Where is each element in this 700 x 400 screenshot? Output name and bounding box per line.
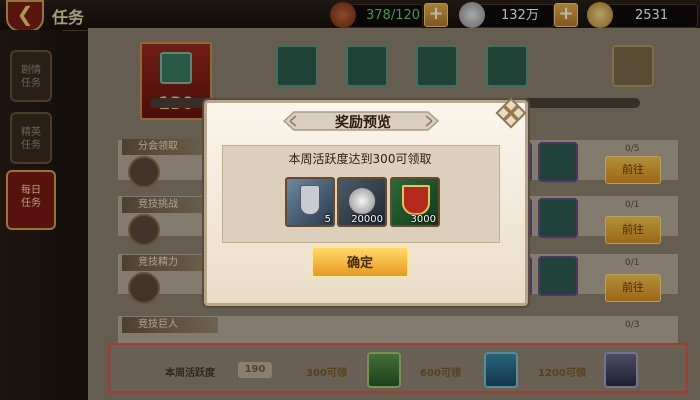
dialog-title: 奖励预览	[335, 115, 391, 131]
close-icon[interactable]	[494, 96, 528, 130]
reward-item-armor[interactable]: 5	[285, 177, 335, 227]
reward-item-quantity: 3000	[410, 214, 436, 225]
silver-coin-icon	[348, 187, 376, 215]
fire-armor-token-icon	[300, 185, 320, 215]
reputation-badge-icon	[402, 185, 430, 215]
reward-description: 本周活跃度达到300可领取	[288, 152, 432, 166]
confirm-button[interactable]: 确定	[311, 246, 409, 278]
reward-item-reputation[interactable]: 3000	[390, 177, 440, 227]
reward-item-silver[interactable]: 20000	[337, 177, 387, 227]
reward-item-quantity: 5	[324, 214, 331, 225]
reward-item-quantity: 20000	[351, 214, 383, 225]
